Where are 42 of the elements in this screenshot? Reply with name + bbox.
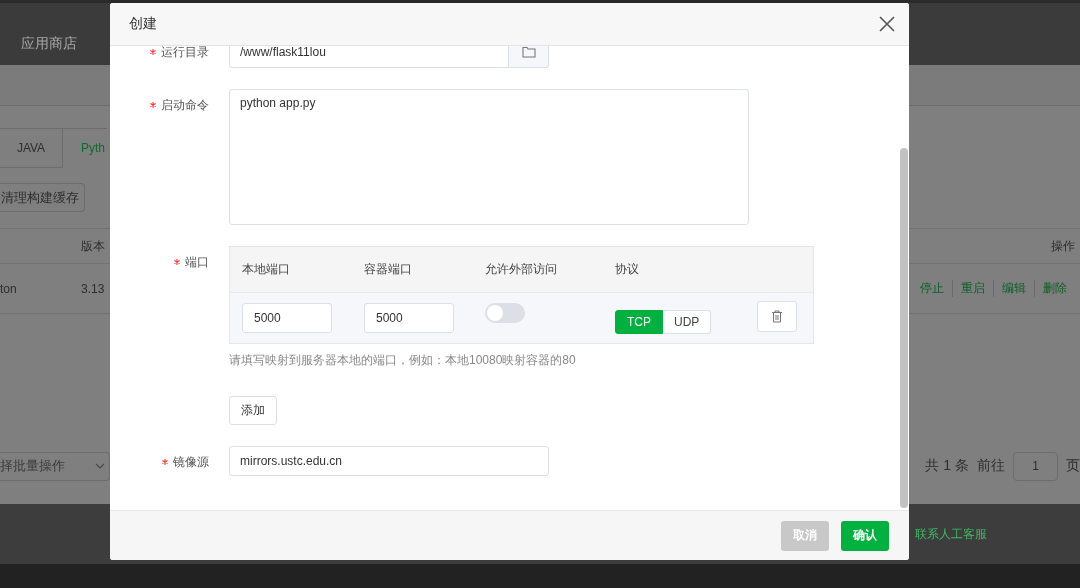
close-icon[interactable] bbox=[879, 16, 895, 32]
folder-icon bbox=[521, 46, 536, 58]
column-header: 本地端口 bbox=[242, 261, 291, 278]
page-input[interactable]: 1 bbox=[1013, 451, 1058, 481]
add-button[interactable]: 添加 bbox=[229, 396, 277, 425]
toggle-switch[interactable] bbox=[485, 303, 525, 323]
page-unit: 页 bbox=[1066, 457, 1080, 475]
clear-cache-button[interactable]: 清理构建缓存 bbox=[0, 183, 85, 212]
port-field[interactable]: 5000 bbox=[242, 303, 332, 333]
delete-button[interactable] bbox=[757, 301, 797, 332]
table-cell: 3.13 bbox=[81, 281, 105, 296]
field-label: 启动命令 bbox=[161, 98, 209, 112]
total-count: 共 1 条 bbox=[925, 457, 969, 475]
action-link[interactable]: 删除 bbox=[1034, 280, 1075, 297]
column-header: 协议 bbox=[615, 261, 640, 278]
field-label: 镜像源 bbox=[173, 455, 209, 469]
port-field[interactable]: 5000 bbox=[364, 303, 454, 333]
column-header: 操作 bbox=[1051, 237, 1076, 255]
column-header: 允许外部访问 bbox=[485, 261, 558, 278]
command-field[interactable]: python app.py bbox=[229, 89, 749, 225]
hint-text: 请填写映射到服务器本地的端口，例如：本地10080映射容器的80 bbox=[229, 352, 577, 369]
protocol-option[interactable]: UDP bbox=[663, 309, 712, 334]
action-link[interactable]: 停止 bbox=[912, 280, 952, 297]
confirm-button[interactable]: 确认 bbox=[841, 520, 889, 551]
field-label: 端口 bbox=[185, 255, 209, 269]
chevron-down-icon bbox=[95, 463, 105, 469]
nav-item[interactable]: 应用商店 bbox=[21, 35, 77, 53]
action-link[interactable]: 编辑 bbox=[993, 280, 1034, 297]
contact-link[interactable]: 联系人工客服 bbox=[915, 525, 987, 543]
trash-icon bbox=[771, 310, 783, 323]
scrollbar[interactable] bbox=[900, 148, 908, 508]
dialog-title: 创建 bbox=[129, 15, 157, 33]
mirror-field[interactable]: mirrors.ustc.edu.cn bbox=[229, 446, 549, 476]
table-cell-text: ton bbox=[0, 281, 18, 296]
column-header: 版本 bbox=[81, 237, 105, 255]
action-link[interactable]: 重启 bbox=[952, 280, 993, 297]
tab[interactable]: JAVA bbox=[0, 128, 63, 168]
directory-field[interactable]: /www/flask11lou bbox=[229, 46, 509, 68]
goto-label: 前往 bbox=[977, 457, 1005, 475]
column-header: 容器端口 bbox=[364, 261, 413, 278]
protocol-option[interactable]: TCP bbox=[615, 309, 663, 334]
field-label: 运行目录 bbox=[161, 46, 209, 59]
